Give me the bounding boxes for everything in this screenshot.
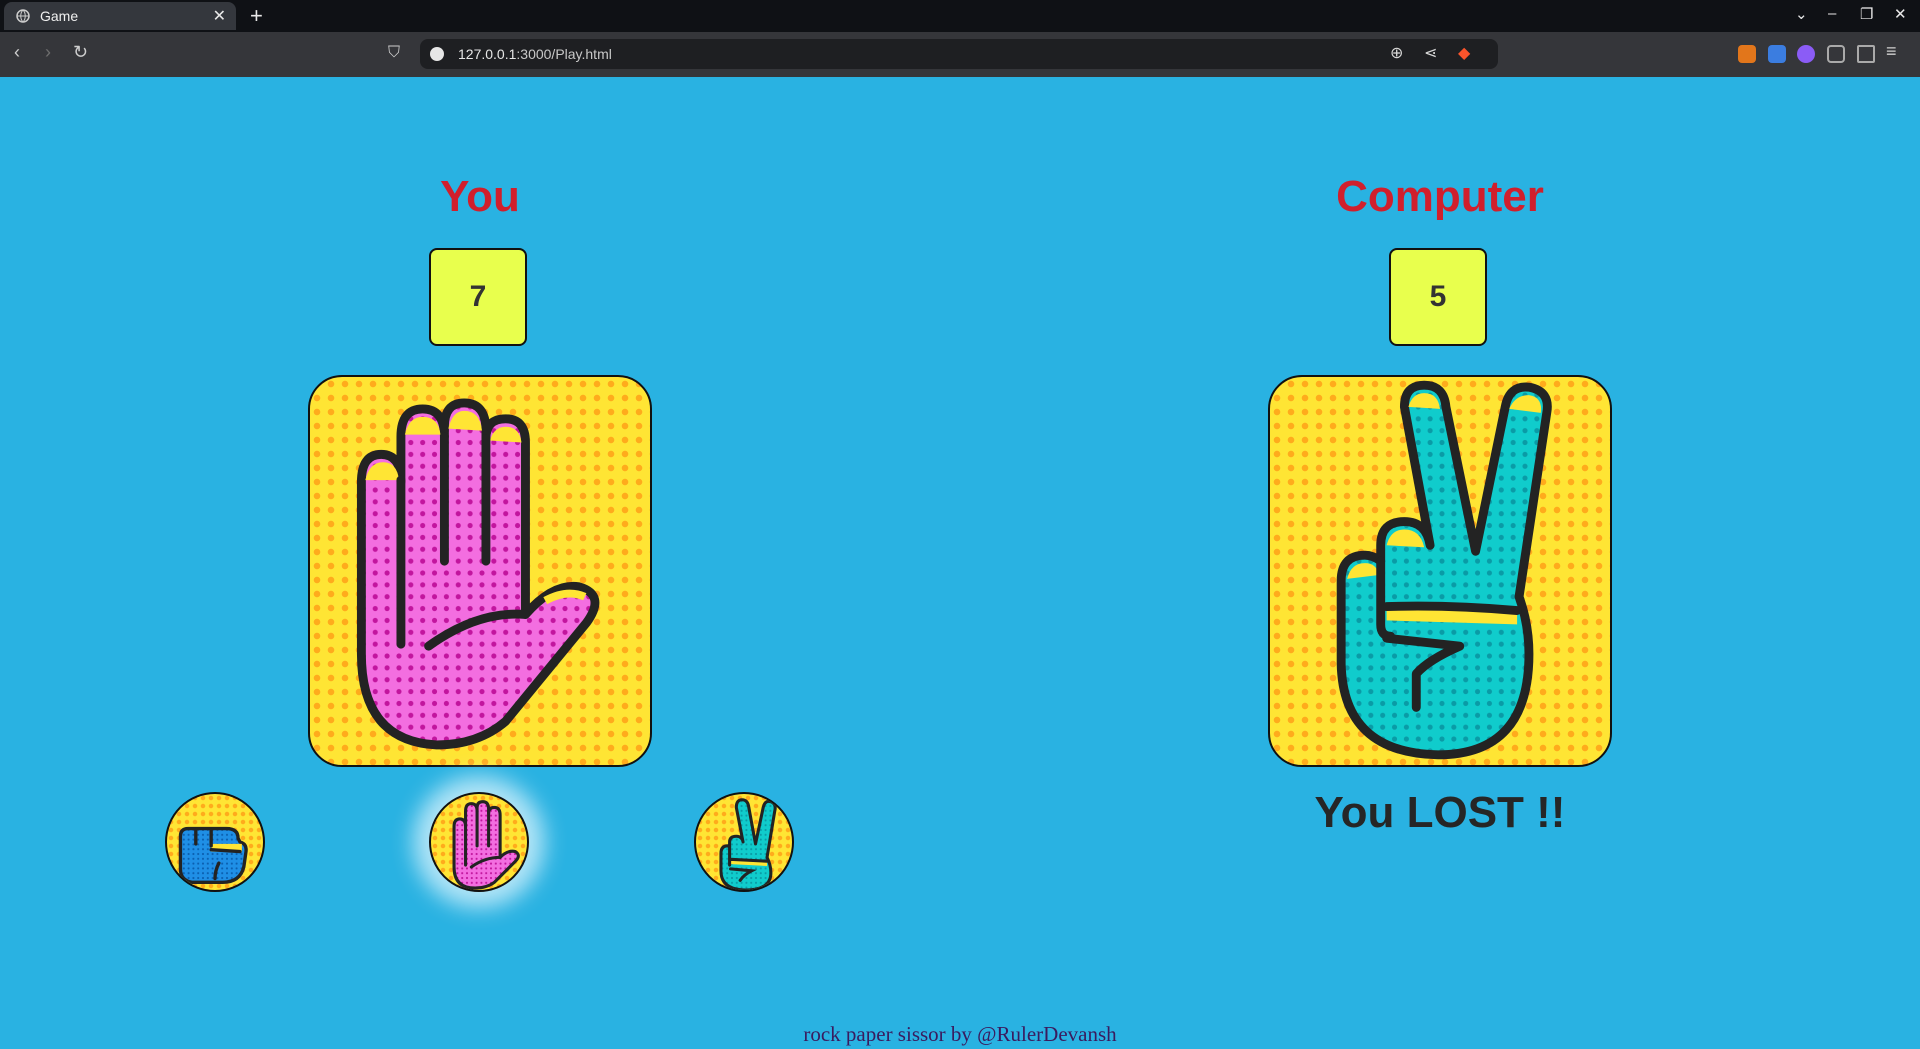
player-score: 7 [429, 248, 527, 346]
sidebar-icon[interactable] [1857, 45, 1875, 63]
rock-hand-icon [178, 826, 248, 884]
url-text: 127.0.0.1:3000/Play.html [458, 46, 612, 62]
tab-close-icon[interactable]: ✕ [213, 6, 226, 26]
download-extension-icon[interactable] [1768, 45, 1786, 63]
bookmark-icon[interactable]: ⛉ [388, 44, 400, 62]
tab-title: Game [40, 8, 79, 24]
restore-icon[interactable]: ❐ [1860, 5, 1873, 23]
player-choice-card [308, 375, 652, 767]
tab-bar: Game ✕ + ⌄ – ❐ ✕ [0, 0, 1920, 32]
computer-score: 5 [1389, 248, 1487, 346]
scissors-choice-button[interactable] [694, 792, 794, 892]
address-bar[interactable]: 127.0.0.1:3000/Play.html ⊕ ⋖ ◆ [420, 39, 1498, 69]
new-tab-button[interactable]: + [250, 3, 263, 29]
zoom-icon[interactable]: ⊕ [1390, 43, 1403, 63]
minimize-icon[interactable]: – [1828, 5, 1836, 22]
brain-extension-icon[interactable] [1797, 45, 1815, 63]
browser-toolbar: ‹ › ↻ ⛉ 127.0.0.1:3000/Play.html ⊕ ⋖ ◆ ≡ [0, 32, 1920, 77]
tab-game[interactable]: Game ✕ [4, 2, 236, 30]
paper-hand-icon [356, 398, 600, 750]
computer-heading: Computer [1336, 172, 1544, 221]
share-icon[interactable]: ⋖ [1424, 43, 1437, 63]
extensions-icon[interactable] [1827, 45, 1845, 63]
computer-choice-card [1268, 375, 1612, 767]
scissors-hand-icon [1336, 380, 1552, 760]
url-path: :3000/Play.html [516, 46, 612, 62]
reload-icon[interactable]: ↻ [73, 42, 88, 63]
scissors-hand-icon [719, 798, 777, 890]
paper-hand-icon [452, 800, 520, 890]
url-host: 127.0.0.1 [458, 46, 517, 62]
globe-icon [16, 9, 30, 23]
site-info-icon[interactable] [430, 47, 444, 61]
brave-shield-icon[interactable]: ◆ [1458, 43, 1470, 63]
metamask-icon[interactable] [1738, 45, 1756, 63]
footer-credit: rock paper sissor by @RulerDevansh [803, 1022, 1117, 1046]
forward-icon[interactable]: › [45, 42, 51, 63]
window-close-icon[interactable]: ✕ [1894, 5, 1907, 23]
player-heading: You [440, 172, 520, 221]
rock-choice-button[interactable] [165, 792, 265, 892]
menu-icon[interactable]: ≡ [1886, 41, 1897, 62]
tab-search-icon[interactable]: ⌄ [1795, 5, 1808, 23]
paper-choice-button[interactable] [429, 792, 529, 892]
result-message: You LOST !! [1314, 788, 1566, 837]
back-icon[interactable]: ‹ [14, 42, 20, 63]
